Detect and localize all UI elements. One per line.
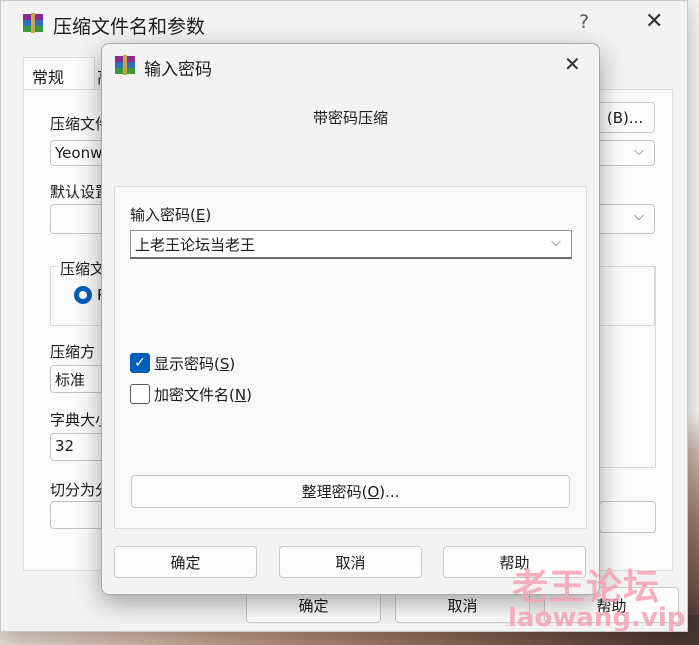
update-mode-combo[interactable] — [599, 501, 656, 533]
tab-general-label: 常规 — [32, 68, 65, 87]
password-group: 输入密码(E) 上老王论坛当老王 ⌵ ✓ 显示密码(S) 加密文件名(N) 整理… — [114, 186, 587, 529]
options-group — [599, 266, 656, 468]
close-icon[interactable]: ✕ — [645, 9, 663, 34]
winrar-icon — [23, 13, 43, 33]
password-input[interactable]: 上老王论坛当老王 ⌵ — [130, 230, 572, 259]
password-label: 输入密码(E) — [130, 206, 212, 224]
close-icon[interactable]: ✕ — [564, 52, 581, 76]
dialog-title: 输入密码 — [144, 60, 212, 80]
archive-format-label: 压缩文 — [58, 258, 108, 279]
dict-size-value: 32 — [55, 437, 75, 455]
show-password-label: 显示密码(S) — [154, 355, 236, 373]
archive-name-value: Yeonw — [55, 144, 103, 162]
dialog-heading: 带密码压缩 — [312, 109, 388, 127]
method-label: 压缩方 — [50, 343, 96, 361]
dialog-cancel-button[interactable]: 取消 — [279, 546, 422, 578]
watermark-url: laowang.vip — [508, 603, 686, 633]
show-password-checkbox[interactable]: ✓ — [130, 353, 150, 373]
password-value: 上老王论坛当老王 — [135, 236, 256, 254]
encrypt-names-label: 加密文件名(N) — [154, 386, 252, 404]
help-icon[interactable]: ? — [579, 11, 589, 33]
method-value: 标准 — [55, 371, 86, 389]
organize-passwords-button[interactable]: 整理密码(O)... — [131, 475, 570, 508]
password-dialog: 输入密码 ✕ 带密码压缩 输入密码(E) 上老王论坛当老王 ⌵ ✓ 显示密码(S… — [101, 43, 600, 595]
chevron-down-icon[interactable]: ⌵ — [551, 235, 561, 250]
chevron-down-icon[interactable]: ⌵ — [634, 144, 644, 159]
chevron-down-icon[interactable]: ⌵ — [634, 209, 644, 224]
encrypt-names-checkbox[interactable] — [130, 384, 150, 404]
window-title: 压缩文件名和参数 — [53, 16, 206, 38]
format-rar-radio[interactable] — [74, 286, 92, 304]
winrar-icon — [115, 55, 135, 75]
dialog-ok-button[interactable]: 确定 — [114, 546, 257, 578]
browse-button[interactable]: (B)... — [595, 102, 655, 133]
